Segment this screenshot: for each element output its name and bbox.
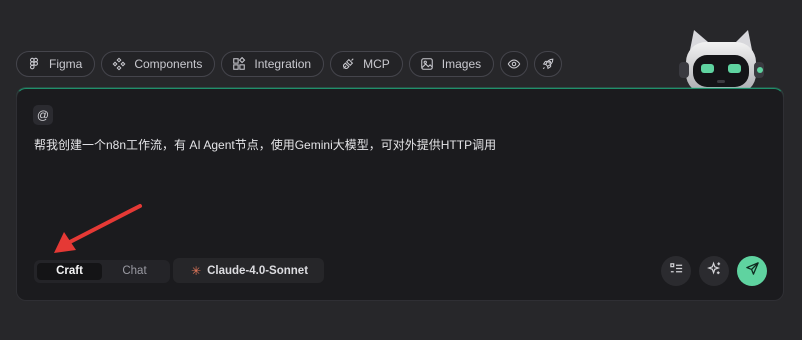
eye-icon [507,57,521,71]
rocket-icon [541,57,555,71]
integration-icon [232,57,246,71]
prompt-composer: @ 帮我创建一个n8n工作流，有 AI Agent节点，使用Gemini大模型，… [16,88,784,301]
mcp-chip[interactable]: MCP [330,51,403,77]
checklist-icon [669,261,684,281]
image-icon [420,57,434,71]
magic-sparkle-icon [706,261,722,281]
model-selector[interactable]: ✳ Claude-4.0-Sonnet [173,258,325,283]
send-button[interactable] [737,256,767,286]
mcp-label: MCP [363,57,390,71]
integration-chip[interactable]: Integration [221,51,325,77]
images-chip[interactable]: Images [408,51,495,77]
figma-chip[interactable]: Figma [16,51,96,77]
mode-chat-tab[interactable]: Chat [102,263,167,280]
model-name: Claude-4.0-Sonnet [207,264,309,277]
integration-toolbar: Figma Components Integration MCP Images [16,51,563,77]
enhance-prompt-button[interactable] [699,256,729,286]
deploy-button[interactable] [534,51,563,77]
mode-toggle: Craft Chat [34,260,170,283]
components-icon [112,57,126,71]
sparkle-icon: ✳ [191,263,202,278]
annotation-arrow [54,204,142,253]
prompt-textarea[interactable]: 帮我创建一个n8n工作流，有 AI Agent节点，使用Gemini大模型，可对… [34,136,496,153]
figma-label: Figma [49,57,83,71]
figma-icon [27,57,41,71]
task-list-button[interactable] [661,256,691,286]
plug-icon [341,57,355,71]
components-chip[interactable]: Components [101,51,216,77]
mode-craft-tab[interactable]: Craft [37,263,102,280]
preview-button[interactable] [500,51,529,77]
integration-label: Integration [254,57,312,71]
images-label: Images [441,57,482,71]
mention-button[interactable]: @ [33,105,53,125]
send-icon [745,261,760,281]
components-label: Components [134,57,203,71]
